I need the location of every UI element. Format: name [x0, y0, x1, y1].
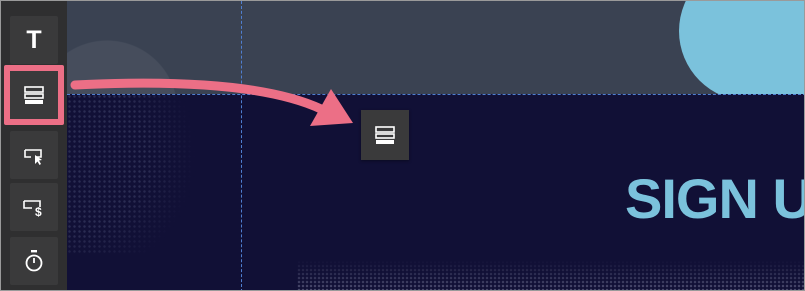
editor-frame: T $ SIGN U	[0, 0, 805, 291]
drag-preview-section[interactable]	[361, 110, 409, 160]
section-rows-icon	[375, 126, 395, 144]
